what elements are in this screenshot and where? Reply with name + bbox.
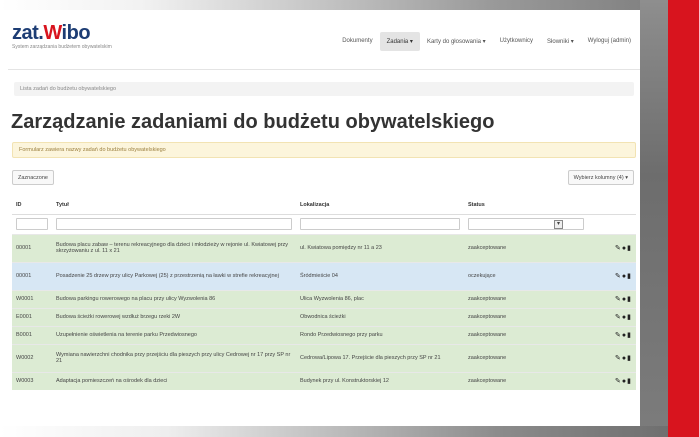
edit-icon[interactable]: ✎ [615,296,622,303]
cell-id: W0001 [12,289,52,308]
tagline: System zarządzania budżetem obywatelskim [12,44,112,50]
cell-location: Obwodnica ścieżki [296,307,464,326]
cell-title: Adaptacja pomieszczeń na ośrodek dla dzi… [52,371,296,390]
cell-title: Uzupełnienie oświetlenia na terenie park… [52,325,296,344]
cell-title: Budowa ścieżki rowerowej wzdłuż brzegu r… [52,307,296,326]
cell-location: ul. Kwiatowa pomiędzy nr 11 a 23 [296,233,464,262]
frame-top [0,0,699,10]
table-row[interactable]: E0001 Budowa ścieżki rowerowej wzdłuż brz… [12,307,636,326]
delete-icon[interactable]: ▮ [627,273,632,280]
tasks-table: ID Tytuł Lokalizacja Status ▾ 00001 Budow… [12,196,636,390]
delete-icon[interactable]: ▮ [627,355,632,362]
cell-id: B0001 [12,325,52,344]
cell-location: Śródmieście 04 [296,261,464,290]
cell-location: Rondo Przedwiosnego przy parku [296,325,464,344]
col-location-header[interactable]: Lokalizacja [296,196,464,215]
cell-title: Posadzenie 25 drzew przy ulicy Parkowej … [52,261,296,290]
red-edge-bar [668,0,699,437]
row-actions: ✎●▮ [588,307,636,326]
cell-id: E0001 [12,307,52,326]
cell-title: Budowa placu zabaw – terenu rekreacyjneg… [52,233,296,262]
table-row[interactable]: B0001 Uzupełnienie oświetlenia na terenie… [12,325,636,344]
row-actions: ✎●▮ [588,261,636,290]
filter-id-input[interactable] [16,218,48,230]
delete-icon[interactable]: ▮ [627,296,632,303]
brand[interactable]: zat.Wibo System zarządzania budżetem oby… [12,22,112,50]
cell-id: W0002 [12,343,52,372]
cell-status: oczekujące [464,261,588,290]
cell-id: 00001 [12,261,52,290]
cell-id: W0003 [12,371,52,390]
navbar: zat.Wibo System zarządzania budżetem oby… [8,10,640,70]
nav-documents[interactable]: Dokumenty [335,32,379,51]
delete-icon[interactable]: ▮ [627,245,632,252]
filter-location-input[interactable] [300,218,460,230]
delete-icon[interactable]: ▮ [627,378,632,385]
cell-title: Budowa parkingu rowerowego na placu przy… [52,289,296,308]
table-row[interactable]: 00001 Budowa placu zabaw – terenu rekreac… [12,233,636,262]
row-actions: ✎●▮ [588,289,636,308]
frame-bottom [0,426,668,437]
col-id-header[interactable]: ID [12,196,52,215]
cell-title: Wymiana nawierzchni chodnika przy przejś… [52,343,296,372]
logo[interactable]: zat.Wibo [12,22,112,45]
cell-location: Cedrowa/Lipowa 17. Przejście dla pieszyc… [296,343,464,372]
cell-status: zaakceptowane [464,307,588,326]
select-toggle-icon[interactable]: ▾ [554,220,563,229]
filter-status-select[interactable]: ▾ [468,218,584,230]
nav-tasks[interactable]: Zadania ▾ [379,32,420,51]
info-alert: Formularz zawiera nazwy zadań do budżetu… [12,142,636,158]
nav-dictionaries[interactable]: Słowniki ▾ [540,32,581,51]
edit-icon[interactable]: ✎ [615,273,622,280]
table-row[interactable]: W0001 Budowa parkingu rowerowego na placu… [12,289,636,308]
table-row[interactable]: W0003 Adaptacja pomieszczeń na ośrodek dl… [12,371,636,390]
col-actions-header [588,196,636,215]
row-actions: ✎●▮ [588,233,636,262]
edit-icon[interactable]: ✎ [615,355,622,362]
row-actions: ✎●▮ [588,371,636,390]
delete-icon[interactable]: ▮ [627,314,632,321]
col-status-header[interactable]: Status [464,196,588,215]
col-title-header[interactable]: Tytuł [52,196,296,215]
nav-users[interactable]: Użytkownicy [493,32,540,51]
cell-id: 00001 [12,233,52,262]
table-row[interactable]: W0002 Wymiana nawierzchni chodnika przy p… [12,343,636,372]
cell-location: Budynek przy ul. Konstruktorskiej 12 [296,371,464,390]
filter-title-input[interactable] [56,218,292,230]
choose-columns-button[interactable]: Wybierz kolumny (4) ▾ [567,170,634,185]
cell-status: zaakceptowane [464,233,588,262]
table-row[interactable]: 00001 Posadzenie 25 drzew przy ulicy Park… [12,261,636,290]
row-actions: ✎●▮ [588,343,636,372]
edit-icon[interactable]: ✎ [615,245,622,252]
nav-logout[interactable]: Wyloguj (admin) [581,32,638,51]
cell-status: zaakceptowane [464,289,588,308]
cell-status: zaakceptowane [464,325,588,344]
nav-ballots[interactable]: Karty do głosowania ▾ [420,32,493,51]
breadcrumb[interactable]: Lista zadań do budżetu obywatelskiego [14,82,634,96]
edit-icon[interactable]: ✎ [615,314,622,321]
frame-right [640,0,668,437]
delete-icon[interactable]: ▮ [627,332,632,339]
edit-icon[interactable]: ✎ [615,378,622,385]
cell-status: zaakceptowane [464,343,588,372]
cell-location: Ulica Wyzwolenia 86, plac [296,289,464,308]
cell-status: zaakceptowane [464,371,588,390]
row-actions: ✎●▮ [588,325,636,344]
filter-row: ▾ [12,214,636,234]
app-window: zat.Wibo System zarządzania budżetem oby… [8,10,640,426]
toolbar: Zaznaczone Wybierz kolumny (4) ▾ [8,170,640,192]
selected-button[interactable]: Zaznaczone [12,170,54,185]
edit-icon[interactable]: ✎ [615,332,622,339]
page-title: Zarządzanie zadaniami do budżetu obywate… [11,111,495,133]
main-nav: Dokumenty Zadania ▾ Karty do głosowania … [335,32,638,51]
